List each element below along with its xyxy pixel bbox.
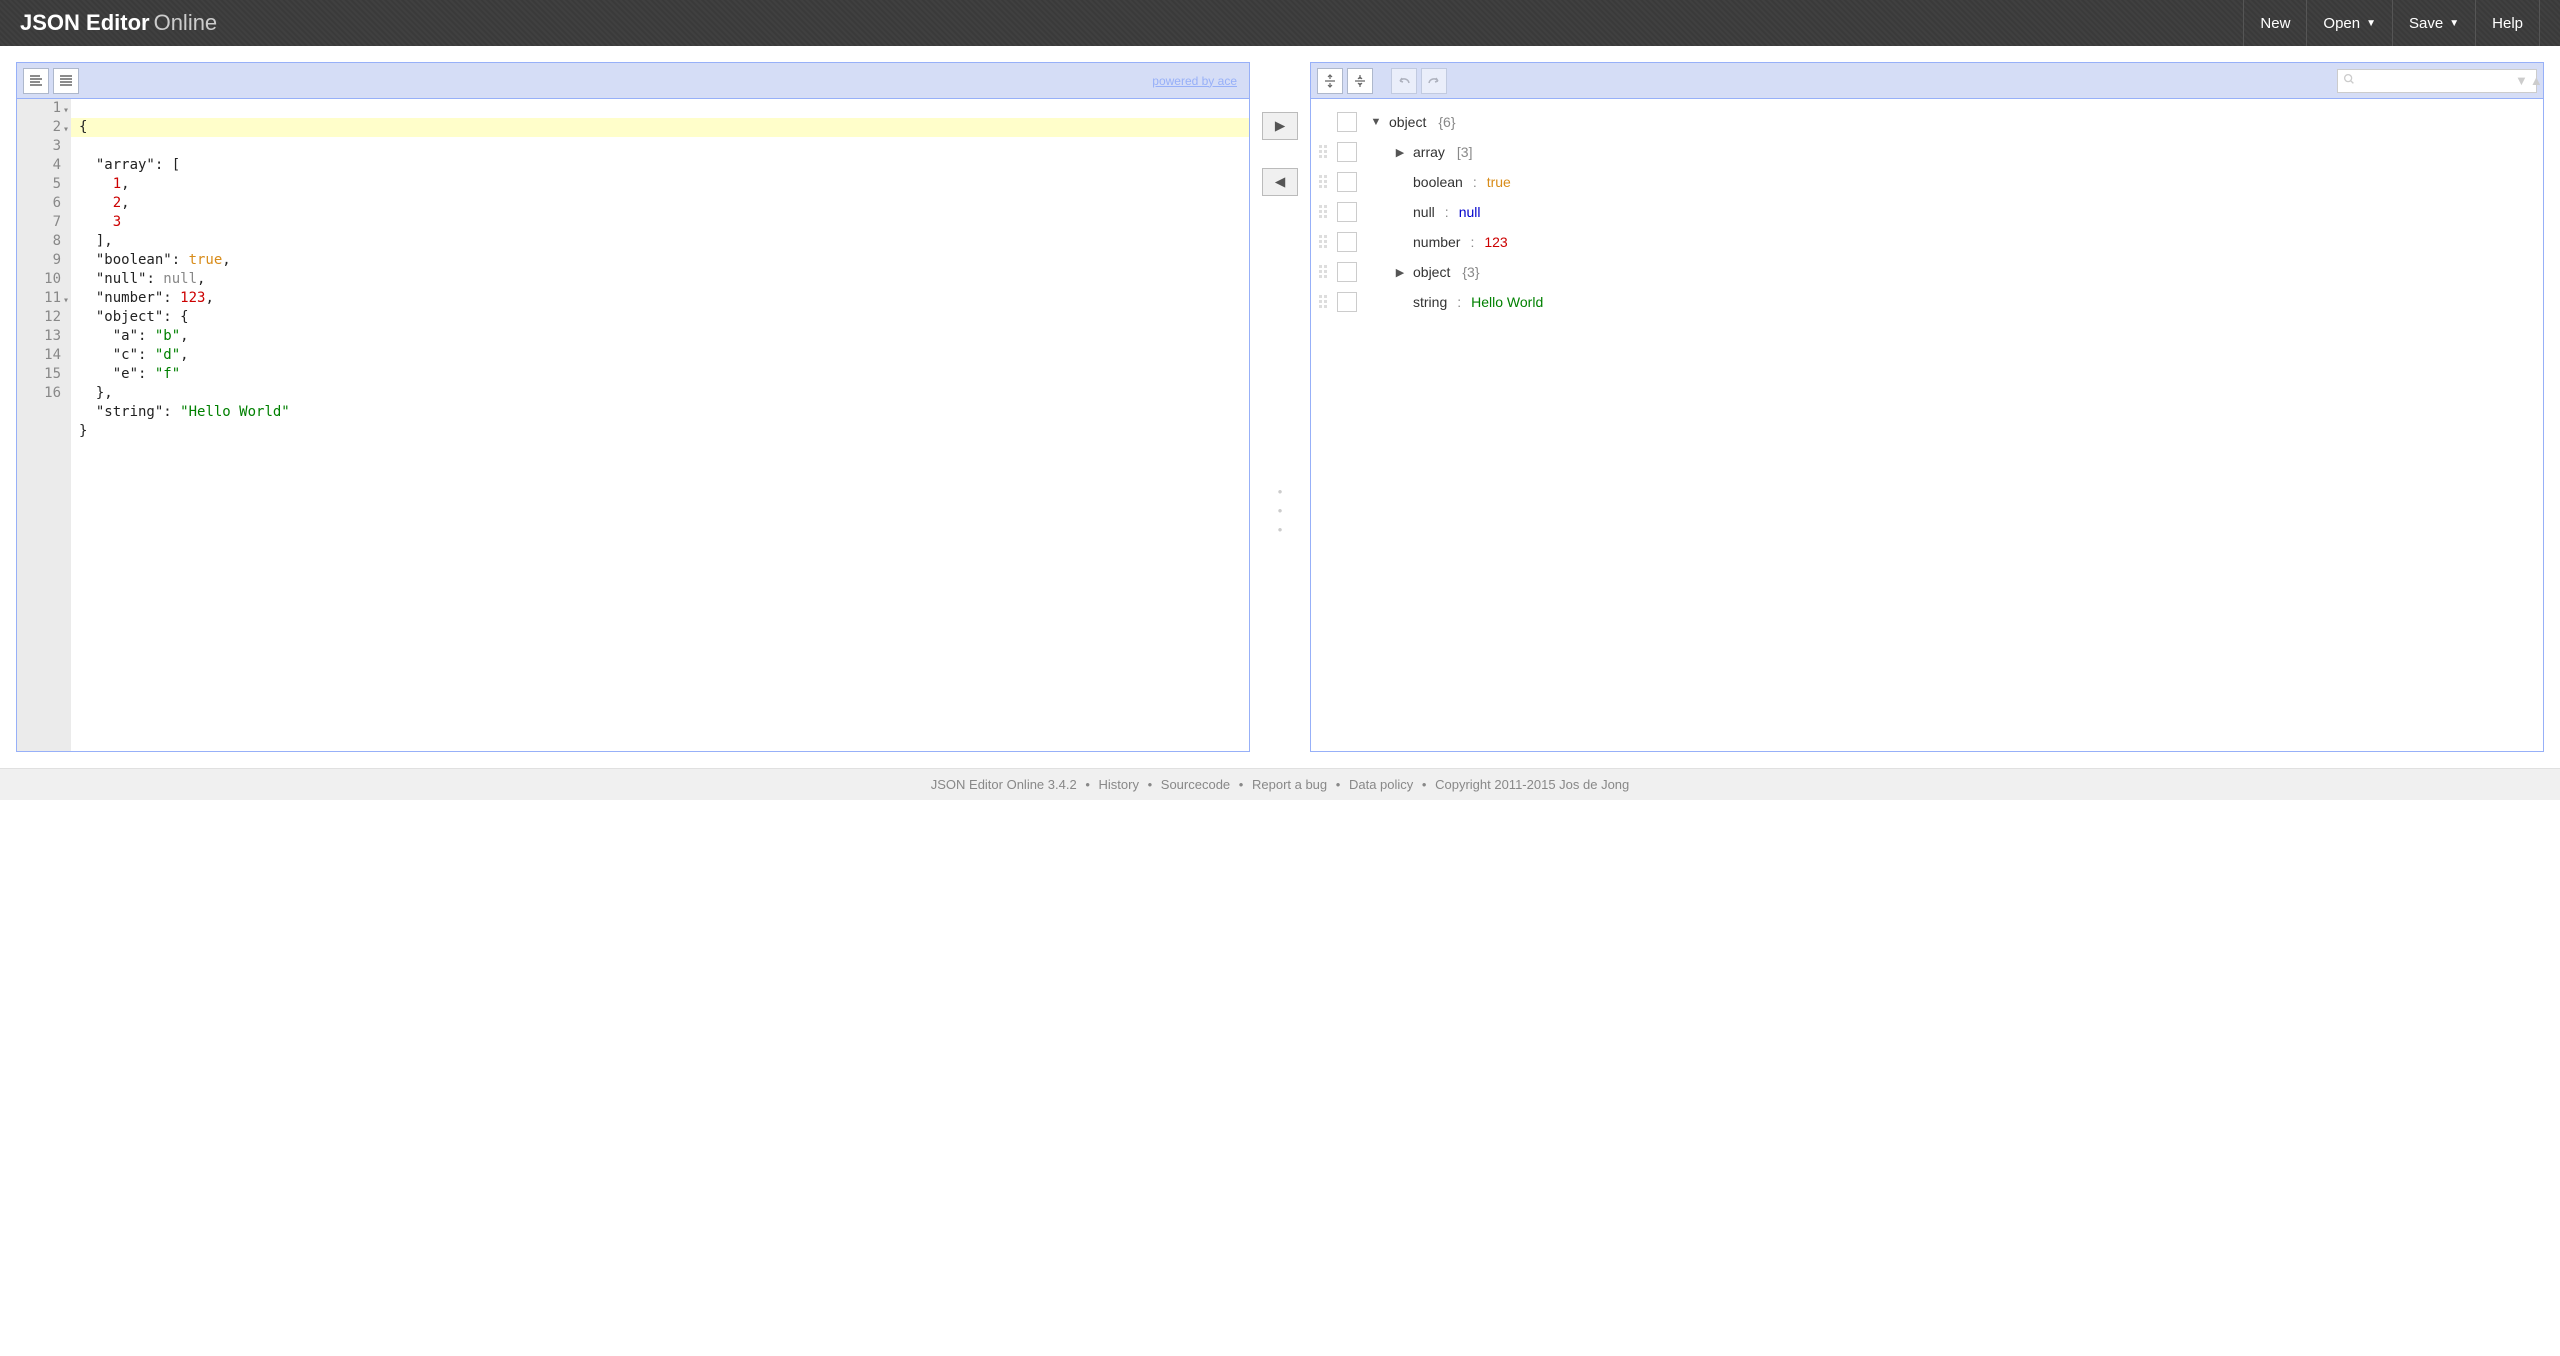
search-input[interactable]: ▼ ▲ [2337,69,2537,93]
chevron-up-icon[interactable]: ▲ [2530,73,2543,88]
tree-node-key[interactable]: null [1413,204,1435,220]
menu-new[interactable]: New [2243,0,2306,46]
app-header: JSON EditorOnline New Open▼ Save▼ Help [0,0,2560,46]
expand-toggle[interactable]: ▼ [1369,116,1383,128]
node-type-icon[interactable] [1337,112,1357,132]
footer-link[interactable]: History [1099,777,1139,792]
footer-product: JSON Editor Online 3.4.2 [931,777,1077,792]
tree-panel: ▼ ▲ ▼ object {6} ▶ array [3] boolean: true nul… [1310,62,2544,752]
menu-help[interactable]: Help [2475,0,2540,46]
tree-node-key[interactable]: array [1413,144,1445,160]
compact-icon [58,73,74,89]
tree-row[interactable]: ▶ object {3} [1319,257,2535,287]
node-type-icon[interactable] [1337,142,1357,162]
tree-toolbar: ▼ ▲ [1311,63,2543,99]
powered-by-link[interactable]: powered by ace [1152,74,1237,88]
drag-handle-icon[interactable] [1319,265,1331,279]
tree-row[interactable]: null: null [1319,197,2535,227]
node-type-icon[interactable] [1337,232,1357,252]
redo-button[interactable] [1421,68,1447,94]
code-content[interactable]: { "array": [ 1, 2, 3 ], "boolean": true,… [71,99,1249,751]
menu-open[interactable]: Open▼ [2306,0,2392,46]
menu-save[interactable]: Save▼ [2392,0,2475,46]
line-gutter: 1▾ 2▾ 3 4 5 6 7 8 9 10 11▾ 12 13 14 15 1… [17,99,71,751]
play-right-icon: ▶ [1275,118,1285,134]
drag-handle-icon[interactable] [1319,235,1331,249]
fold-icon[interactable]: ▾ [63,120,69,139]
expand-all-button[interactable] [1317,68,1343,94]
tree-node-count: {6} [1438,114,1455,130]
format-icon [28,73,44,89]
collapse-all-button[interactable] [1347,68,1373,94]
footer-copyright: Copyright 2011-2015 Jos de Jong [1435,777,1629,792]
search-field[interactable] [2360,74,2515,88]
expand-toggle[interactable] [1393,176,1407,188]
search-nav: ▼ ▲ [2515,73,2543,88]
tree-node-key[interactable]: string [1413,294,1447,310]
tree-view[interactable]: ▼object{6}▶array[3] boolean:true null:nu… [1311,99,2543,751]
play-left-icon: ◀ [1275,174,1285,190]
chevron-down-icon[interactable]: ▼ [2515,73,2528,88]
tree-node-key[interactable]: boolean [1413,174,1463,190]
tree-node-count: [3] [1457,144,1473,160]
copy-left-button[interactable]: ◀ [1262,168,1298,196]
expand-toggle[interactable]: ▶ [1393,146,1407,159]
drag-handle-icon[interactable] [1319,295,1331,309]
node-type-icon[interactable] [1337,202,1357,222]
tree-node-value[interactable]: null [1459,204,1481,220]
fold-icon[interactable]: ▾ [63,291,69,310]
tree-node-key[interactable]: number [1413,234,1460,250]
main-container: powered by ace 1▾ 2▾ 3 4 5 6 7 8 9 10 11… [0,46,2560,768]
chevron-down-icon: ▼ [2366,18,2376,29]
expand-toggle[interactable] [1393,236,1407,248]
tree-node-key[interactable]: object [1413,264,1450,280]
fold-icon[interactable]: ▾ [63,101,69,120]
redo-icon [1426,73,1442,89]
expand-toggle[interactable]: ▶ [1393,266,1407,279]
logo-text-light: Online [154,10,218,35]
tree-node-key[interactable]: object [1389,114,1426,130]
drag-handle-icon[interactable] [1319,205,1331,219]
footer: JSON Editor Online 3.4.2 • History • Sou… [0,768,2560,800]
drag-handle-icon[interactable] [1319,175,1331,189]
tree-row[interactable]: string: Hello World [1319,287,2535,317]
tree-node-count: {3} [1462,264,1479,280]
footer-link[interactable]: Data policy [1349,777,1413,792]
drag-handle-icon[interactable] [1319,145,1331,159]
code-panel: powered by ace 1▾ 2▾ 3 4 5 6 7 8 9 10 11… [16,62,1250,752]
collapse-icon [1352,73,1368,89]
node-type-icon[interactable] [1337,172,1357,192]
expand-toggle[interactable] [1393,206,1407,218]
tree-row[interactable]: boolean: true [1319,167,2535,197]
tree-node-value[interactable]: true [1487,174,1511,190]
chevron-down-icon: ▼ [2449,18,2459,29]
expand-icon [1322,73,1338,89]
code-toolbar: powered by ace [17,63,1249,99]
footer-link[interactable]: Sourcecode [1161,777,1230,792]
tree-separator: : [1473,174,1477,190]
copy-right-button[interactable]: ▶ [1262,112,1298,140]
format-button[interactable] [23,68,49,94]
tree-separator: : [1445,204,1449,220]
node-type-icon[interactable] [1337,262,1357,282]
node-type-icon[interactable] [1337,292,1357,312]
transfer-column: ▶ ◀ ••• [1250,62,1310,752]
footer-link[interactable]: Report a bug [1252,777,1327,792]
splitter-handle[interactable]: ••• [1278,484,1283,537]
expand-toggle[interactable] [1393,296,1407,308]
undo-button[interactable] [1391,68,1417,94]
logo-text-bold: JSON Editor [20,10,150,35]
tree-row[interactable]: ▶ array [3] [1319,137,2535,167]
tree-row[interactable]: number:123 [1319,227,2535,257]
code-editor[interactable]: 1▾ 2▾ 3 4 5 6 7 8 9 10 11▾ 12 13 14 15 1… [17,99,1249,751]
search-icon [2342,72,2356,89]
tree-row[interactable]: ▼ object {6} [1319,107,2535,137]
compact-button[interactable] [53,68,79,94]
tree-separator: : [1470,234,1474,250]
tree-node-value[interactable]: Hello World [1471,294,1543,310]
tree-separator: : [1457,294,1461,310]
app-logo: JSON EditorOnline [20,10,217,36]
tree-node-value[interactable]: 123 [1484,234,1507,250]
undo-icon [1396,73,1412,89]
